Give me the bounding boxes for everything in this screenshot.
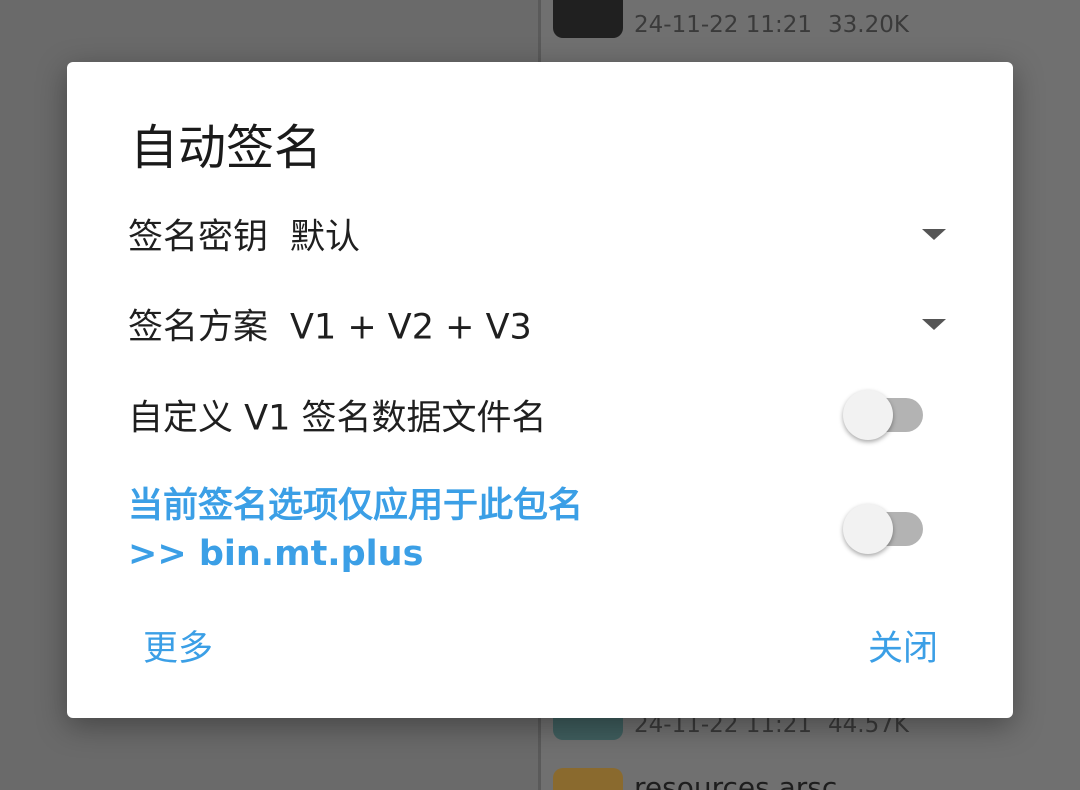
file-list-item[interactable]: 24-11-22 11:21 33.20K [553,0,1080,38]
switch-thumb [843,390,893,440]
signing-scheme-value: V1 + V2 + V3 [290,307,532,348]
switch-thumb [843,504,893,554]
file-list-item[interactable]: resources.arsc [553,768,1080,790]
auto-sign-dialog: 自动签名 签名密钥 默认 签名方案 V1 + V2 + V3 自定义 V1 签名数据… [67,62,1013,718]
screen: 24-11-22 11:21 33.20K 24-11-22 11:21 44.57… [0,0,1080,790]
file-meta: 24-11-22 11:21 33.20K [634,12,925,38]
file-size: 33.20K [828,12,909,38]
custom-v1-label: 自定义 V1 签名数据文件名 [128,398,547,439]
signing-key-dropdown[interactable]: 签名密钥 默认 [128,204,948,264]
dialog-title: 自动签名 [130,120,323,176]
custom-v1-switch[interactable] [843,389,927,441]
package-name: >> bin.mt.plus [128,534,424,574]
file-thumbnail-icon [553,0,623,38]
file-date: 24-11-22 11:21 [634,12,812,38]
dropdown-arrow-icon [922,229,946,240]
signing-scheme-label: 签名方案 [128,307,269,348]
signing-key-value: 默认 [290,217,361,258]
dropdown-arrow-icon [922,319,946,330]
package-scope-switch[interactable] [843,503,927,555]
file-name: resources.arsc [634,771,838,790]
package-scope-note: 当前签名选项仅应用于此包名 >> bin.mt.plus [128,482,583,578]
file-thumbnail-icon [553,768,623,790]
close-button[interactable]: 关闭 [868,620,938,671]
more-button[interactable]: 更多 [143,620,213,671]
custom-v1-row: 自定义 V1 签名数据文件名 [128,385,948,445]
package-scope-text: 当前签名选项仅应用于此包名 [128,486,584,526]
signing-key-label: 签名密钥 [128,217,269,258]
signing-scheme-dropdown[interactable]: 签名方案 V1 + V2 + V3 [128,294,948,354]
